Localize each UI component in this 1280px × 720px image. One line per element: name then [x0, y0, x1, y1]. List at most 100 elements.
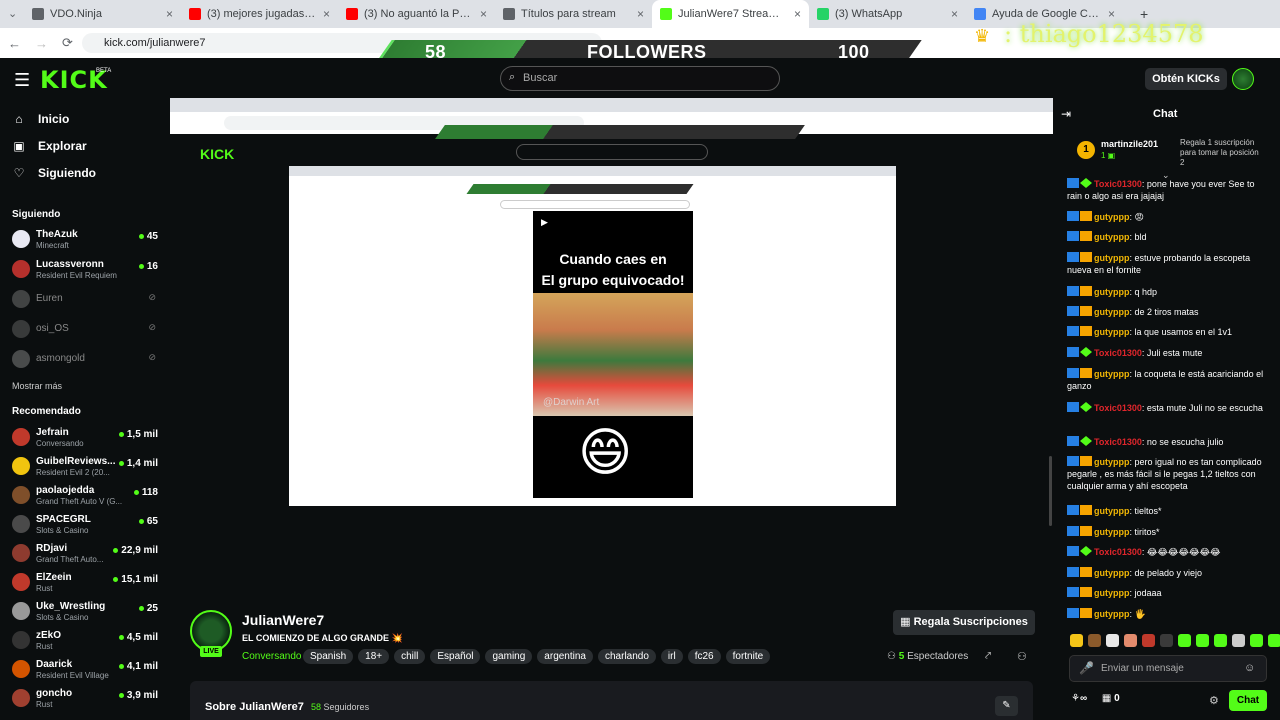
- chat-username[interactable]: gutyppp: [1094, 307, 1130, 317]
- stream-tag[interactable]: chill: [394, 649, 426, 664]
- stream-tag[interactable]: fortnite: [725, 649, 771, 664]
- sidebar-channel[interactable]: ElZeein Rust 15,1 mil: [12, 570, 162, 596]
- chat-username[interactable]: gutyppp: [1094, 327, 1130, 337]
- sidebar-channel[interactable]: Euren ⊘: [12, 287, 162, 313]
- emoji-icon[interactable]: ☺: [1244, 662, 1255, 674]
- chat-message: gutyppp: 😡: [1067, 211, 1267, 223]
- emote-icon[interactable]: [1160, 634, 1173, 647]
- close-icon[interactable]: ×: [1108, 7, 1115, 21]
- chat-username[interactable]: gutyppp: [1094, 568, 1130, 578]
- sidebar-channel[interactable]: zEkO Rust 4,5 mil: [12, 628, 162, 654]
- edit-icon[interactable]: ✎: [995, 696, 1018, 716]
- stream-tag[interactable]: Spanish: [303, 649, 354, 664]
- search-input[interactable]: Buscar: [500, 66, 780, 91]
- forward-icon[interactable]: →: [35, 36, 48, 51]
- emote-icon[interactable]: [1124, 634, 1137, 647]
- emote-icon[interactable]: [1250, 634, 1263, 647]
- chat-username[interactable]: gutyppp: [1094, 527, 1130, 537]
- chat-scrollbar[interactable]: [1049, 456, 1052, 526]
- emote-icon[interactable]: [1178, 634, 1191, 647]
- emote-icon[interactable]: [1088, 634, 1101, 647]
- stream-tag[interactable]: charlando: [598, 649, 656, 664]
- mic-icon[interactable]: 🎤: [1079, 661, 1094, 675]
- tab-search-icon[interactable]: ⌄: [8, 7, 17, 20]
- emote-icon[interactable]: [1232, 634, 1245, 647]
- stream-tag[interactable]: argentina: [537, 649, 593, 664]
- sidebar-channel[interactable]: osi_OS ⊘: [12, 317, 162, 343]
- browser-tab[interactable]: (3) No aguantó la Presión ×: [338, 0, 495, 28]
- back-icon[interactable]: ←: [8, 36, 21, 51]
- follow-icon[interactable]: ⚇: [1017, 650, 1027, 663]
- stream-tag[interactable]: 18+: [358, 649, 390, 664]
- sidebar-channel[interactable]: SPACEGRL Slots & Casino 65: [12, 512, 162, 538]
- emote-icon[interactable]: [1142, 634, 1155, 647]
- chat-username[interactable]: gutyppp: [1094, 212, 1130, 222]
- gear-icon[interactable]: ⚙: [1209, 694, 1219, 707]
- reload-icon[interactable]: ⟳: [62, 35, 73, 51]
- emote-icon[interactable]: [1214, 634, 1227, 647]
- chat-username[interactable]: gutyppp: [1094, 457, 1130, 467]
- browser-tab[interactable]: Títulos para stream ×: [495, 0, 652, 28]
- gift-subs-button[interactable]: ▦ Regala Suscripciones: [893, 610, 1035, 635]
- stream-tag[interactable]: fc26: [687, 649, 721, 664]
- user-avatar[interactable]: [1232, 68, 1254, 90]
- stream-tag[interactable]: irl: [660, 649, 683, 664]
- chat-username[interactable]: gutyppp: [1094, 253, 1130, 263]
- chat-username[interactable]: Toxic01300: [1094, 547, 1142, 557]
- sidebar-channel[interactable]: TheAzuk Minecraft 45: [12, 227, 162, 253]
- emote-icon[interactable]: [1070, 634, 1083, 647]
- channel-category: Conversando: [36, 439, 84, 448]
- chat-username[interactable]: Toxic01300: [1094, 437, 1142, 447]
- sidebar-channel[interactable]: asmongold ⊘: [12, 347, 162, 373]
- emote-icon[interactable]: [1268, 634, 1280, 647]
- close-icon[interactable]: ×: [166, 7, 173, 21]
- nav-following[interactable]: ♡ Siguiendo: [12, 166, 96, 180]
- stream-category[interactable]: Conversando: [242, 651, 301, 662]
- short-video[interactable]: Cuando caes en El grupo equivocado! @Dar…: [533, 211, 693, 498]
- chat-input[interactable]: Enviar un mensaje: [1069, 655, 1267, 682]
- close-icon[interactable]: ×: [794, 7, 801, 21]
- browser-tab[interactable]: (3) WhatsApp ×: [809, 0, 966, 28]
- close-icon[interactable]: ×: [637, 7, 644, 21]
- sidebar-channel[interactable]: Lucassveronn Resident Evil Requiem 16: [12, 257, 162, 283]
- sidebar-channel[interactable]: paolaojedda Grand Theft Auto V (G... 118: [12, 483, 162, 509]
- sidebar-channel[interactable]: Uke_Wrestling Slots & Casino 25: [12, 599, 162, 625]
- stream-tag[interactable]: Español: [430, 649, 481, 664]
- close-icon[interactable]: ×: [323, 7, 330, 21]
- show-more-link[interactable]: Mostrar más: [12, 381, 62, 391]
- share-icon[interactable]: ⤤: [985, 650, 991, 663]
- chat-username[interactable]: gutyppp: [1094, 588, 1130, 598]
- chat-username[interactable]: Toxic01300: [1094, 179, 1142, 189]
- stream-tag[interactable]: gaming: [485, 649, 533, 664]
- sidebar-channel[interactable]: Jefrain Conversando 1,5 mil: [12, 425, 162, 451]
- chat-username[interactable]: Toxic01300: [1094, 403, 1142, 413]
- send-chat-button[interactable]: Chat: [1229, 690, 1267, 711]
- kicks-gift-icon[interactable]: ▦: [1102, 693, 1111, 704]
- nav-home[interactable]: ⌂ Inicio: [12, 112, 69, 126]
- close-icon[interactable]: ×: [951, 7, 958, 21]
- emote-icon[interactable]: [1106, 634, 1119, 647]
- chat-username[interactable]: Toxic01300: [1094, 348, 1142, 358]
- chat-username[interactable]: gutyppp: [1094, 506, 1130, 516]
- sidebar-channel[interactable]: goncho Rust 3,9 mil: [12, 686, 162, 712]
- emote-icon[interactable]: [1196, 634, 1209, 647]
- close-icon[interactable]: ×: [480, 7, 487, 21]
- nav-explore[interactable]: ▣ Explorar: [12, 139, 86, 153]
- chat-username[interactable]: gutyppp: [1094, 369, 1130, 379]
- menu-icon[interactable]: ☰: [14, 70, 30, 91]
- browser-tab[interactable]: JulianWere7 Stream - Watch Li ×: [652, 0, 809, 28]
- sidebar-channel[interactable]: GuibelReviews... Resident Evil 2 (20... 1,…: [12, 454, 162, 480]
- browser-tab[interactable]: VDO.Ninja ×: [24, 0, 181, 28]
- chat-username[interactable]: gutyppp: [1094, 287, 1130, 297]
- get-kicks-button[interactable]: Obtén KICKs: [1145, 68, 1227, 90]
- sidebar-channel[interactable]: Daarick Resident Evil Village 4,1 mil: [12, 657, 162, 683]
- browser-tab[interactable]: (3) mejores jugadas de messi - ×: [181, 0, 338, 28]
- streamer-name[interactable]: JulianWere7: [242, 612, 324, 628]
- chat-username[interactable]: gutyppp: [1094, 232, 1130, 242]
- chat-username[interactable]: gutyppp: [1094, 609, 1130, 619]
- sidebar-channel[interactable]: RDjavi Grand Theft Auto... 22,9 mil: [12, 541, 162, 567]
- collapse-chat-icon[interactable]: ⇥: [1061, 107, 1071, 121]
- kicks-icon[interactable]: ⚘∞: [1071, 693, 1087, 704]
- play-icon[interactable]: ▶: [541, 217, 548, 228]
- pinned-username[interactable]: martinzile201: [1101, 139, 1158, 149]
